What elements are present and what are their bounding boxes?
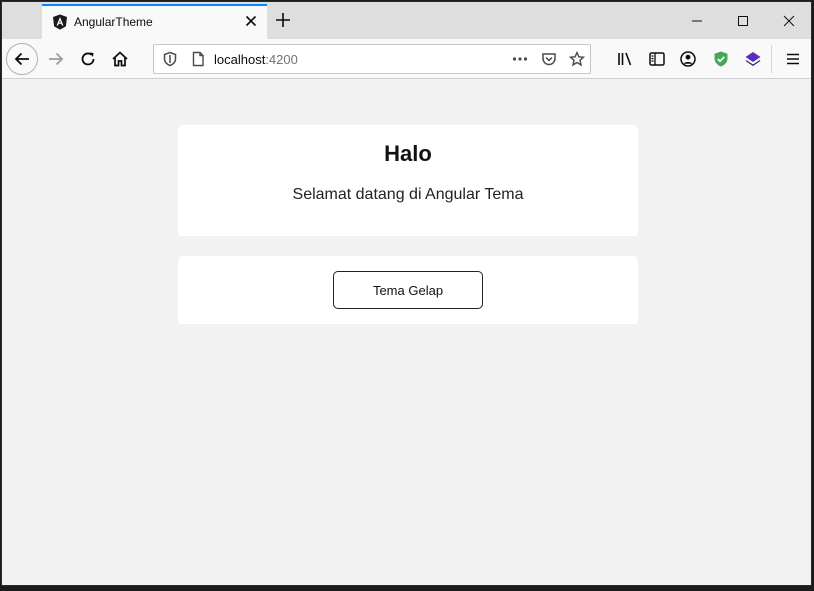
greeting-card: Halo Selamat datang di Angular Tema — [178, 125, 638, 236]
close-tab-icon[interactable] — [243, 13, 259, 29]
close-window-icon[interactable] — [766, 8, 811, 34]
toolbar-divider — [771, 45, 772, 73]
theme-card: Tema Gelap — [178, 256, 638, 324]
page-info-icon[interactable] — [190, 51, 206, 67]
plus-icon[interactable] — [274, 11, 292, 29]
arrow-right-icon[interactable] — [41, 44, 71, 74]
layers-icon[interactable] — [738, 44, 768, 74]
tab-title: AngularTheme — [74, 15, 153, 29]
home-icon[interactable] — [105, 44, 135, 74]
library-icon[interactable] — [610, 44, 640, 74]
sidebar-icon[interactable] — [642, 44, 672, 74]
reload-icon[interactable] — [73, 44, 103, 74]
greeting-subtitle: Selamat datang di Angular Tema — [292, 186, 524, 203]
angular-icon — [52, 14, 68, 30]
browser-window: AngularTheme localhost:4200 Halo Selamat… — [1, 1, 812, 586]
url-port: :4200 — [265, 52, 298, 67]
arrow-left-icon[interactable] — [6, 43, 38, 75]
tracking-shield-icon[interactable] — [162, 51, 178, 67]
url-bar[interactable]: localhost:4200 — [153, 44, 591, 74]
pocket-icon[interactable] — [541, 51, 557, 67]
page-content: Halo Selamat datang di Angular Tema Tema… — [2, 79, 811, 585]
greeting-title: Halo — [384, 141, 432, 166]
minimize-icon[interactable] — [674, 8, 720, 34]
star-icon[interactable] — [569, 51, 585, 67]
account-icon[interactable] — [673, 44, 703, 74]
tab-angulartheme[interactable]: AngularTheme — [42, 4, 267, 39]
ellipsis-icon[interactable] — [512, 51, 528, 67]
navigation-toolbar: localhost:4200 — [2, 39, 811, 79]
url-host: localhost — [214, 52, 266, 67]
url-text[interactable]: localhost:4200 — [214, 52, 298, 67]
tab-bar: AngularTheme — [2, 2, 811, 39]
shield-icon[interactable] — [706, 44, 736, 74]
maximize-icon[interactable] — [720, 8, 766, 34]
dark-theme-button[interactable]: Tema Gelap — [333, 271, 483, 309]
hamburger-icon[interactable] — [778, 44, 808, 74]
